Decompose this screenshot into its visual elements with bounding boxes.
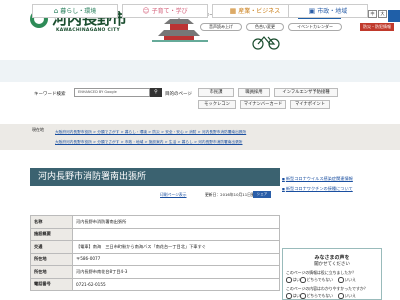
- emergency-info-button[interactable]: 防災・防犯情報: [360, 23, 394, 31]
- nav-living[interactable]: ⌂ 暮らし・環境: [32, 4, 118, 18]
- table-value: 河内長野市消防署南出張所: [72, 215, 280, 229]
- city-icon: ▣: [308, 7, 316, 15]
- color-change-button[interactable]: 色合い変更: [246, 23, 284, 31]
- table-row: 施設概要: [30, 227, 280, 241]
- font-size-large-button[interactable]: 大: [378, 10, 387, 18]
- event-calendar-button[interactable]: イベントカレンダー: [288, 23, 342, 31]
- breadcrumb-alt[interactable]: 大阪府河内長野市役所 > 分類でさがす > 市政・地域 > 施設案内 > 生活 …: [55, 140, 242, 145]
- table-key: 電話番号: [30, 277, 73, 291]
- quick-link-3[interactable]: モックレコン: [198, 100, 236, 109]
- table-row: 交通 【電車】南海 三日市町駅から南海バス「南花台一丁目北」下車すぐ: [30, 240, 280, 254]
- q2-yes-radio[interactable]: はい: [286, 293, 301, 299]
- table-key: 名称: [30, 215, 73, 229]
- quick-link-4[interactable]: マイナンバーカード: [240, 100, 286, 109]
- q1-neutral-radio[interactable]: どちらでもない: [300, 277, 333, 283]
- table-key: 所在地: [30, 252, 73, 266]
- table-row: 名称 河内長野市消防署南出張所: [30, 215, 280, 229]
- print-page-link[interactable]: 印刷ページ表示: [160, 192, 187, 198]
- home-icon: ⌂: [53, 7, 59, 15]
- survey-subtitle: 聞かせてください: [314, 262, 350, 267]
- table-value: 【電車】南海 三日市町駅から南海バス「南花台一丁目北」下車すぐ: [72, 240, 280, 254]
- facility-info-table: 名称 河内長野市消防署南出張所 施設概要 交通 【電車】南海 三日市町駅から南海バス…: [30, 215, 280, 291]
- table-row: 所在地 〒586-0077: [30, 252, 280, 266]
- share-button[interactable]: シェア: [253, 191, 271, 198]
- survey-question-2: このページの内容はわかりやすかったですか？: [286, 286, 368, 291]
- nav-city[interactable]: ▣ 市政・地域: [288, 4, 368, 18]
- breadcrumb-label: 現在地: [32, 127, 44, 132]
- sidebar-link-covid-info[interactable]: 新型コロナウイルス感染症関連情報: [282, 176, 353, 182]
- site-subtitle: KAWACHINAGANO CITY: [56, 28, 121, 33]
- table-key: 施設概要: [30, 227, 73, 241]
- nav-label: 産業・ビジネス: [238, 8, 281, 15]
- keyword-search-label: キーワード検索: [34, 92, 66, 97]
- quick-link-5[interactable]: マイナポイント: [290, 100, 330, 109]
- q2-neutral-radio[interactable]: どちらでもない: [300, 293, 333, 299]
- bicycle-illustration-icon: [252, 36, 280, 50]
- nav-label: 市政・地域: [317, 8, 348, 15]
- table-key: 所在地: [30, 265, 73, 279]
- table-value: 河内長野市南花台8丁目4-3: [72, 265, 280, 279]
- survey-title: みなさまの声を: [314, 255, 350, 261]
- q1-no-radio[interactable]: いいえ: [338, 277, 356, 283]
- table-value: [72, 227, 280, 241]
- survey-question-1: このページの情報は役に立ちましたか？: [286, 270, 356, 275]
- search-icon: ⚲: [154, 89, 158, 95]
- quick-link-0[interactable]: 市民課: [198, 88, 234, 97]
- table-value: 0721-62-0155: [72, 277, 280, 291]
- search-input[interactable]: ENHANCED BY Google: [74, 88, 150, 97]
- breadcrumb[interactable]: 大阪府河内長野市役所 > 分類でさがす > 暮らし・環境 > 防災 > 安全・安…: [55, 130, 246, 135]
- menu-icon[interactable]: [388, 10, 400, 22]
- child-icon: ☺: [142, 7, 150, 15]
- q1-yes-radio[interactable]: はい: [286, 277, 301, 283]
- frequent-pages-label: 目的のページ: [165, 92, 192, 97]
- nav-label: 暮らし・環境: [60, 8, 97, 15]
- nav-industry[interactable]: ▦ 産業・ビジネス: [212, 4, 298, 18]
- page-title: 河内長野市消防署南出張所: [30, 168, 280, 186]
- update-date: 更新日：2016年10月11日更新: [205, 192, 259, 197]
- read-aloud-button[interactable]: 音声読み上げ: [200, 23, 242, 31]
- search-button[interactable]: ⚲: [150, 88, 162, 97]
- table-row: 電話番号 0721-62-0155: [30, 277, 280, 291]
- main-navigation: [0, 60, 400, 82]
- quick-link-2[interactable]: インフルエンザ予防接種: [274, 88, 338, 97]
- nav-childcare[interactable]: ☺ 子育て・学び: [122, 4, 208, 18]
- table-row: 所在地 河内長野市南花台8丁目4-3: [30, 265, 280, 279]
- sidebar-link-vaccine[interactable]: 新型コロナワクチンの接種について: [282, 186, 353, 192]
- building-icon: ▦: [229, 7, 237, 15]
- font-size-medium-button[interactable]: 中: [368, 10, 377, 18]
- quick-link-1[interactable]: 職員採用: [238, 88, 270, 97]
- table-key: 交通: [30, 240, 73, 254]
- nav-label: 子育て・学び: [151, 8, 188, 15]
- q2-no-radio[interactable]: いいえ: [338, 293, 356, 299]
- table-value: 〒586-0077: [72, 252, 280, 266]
